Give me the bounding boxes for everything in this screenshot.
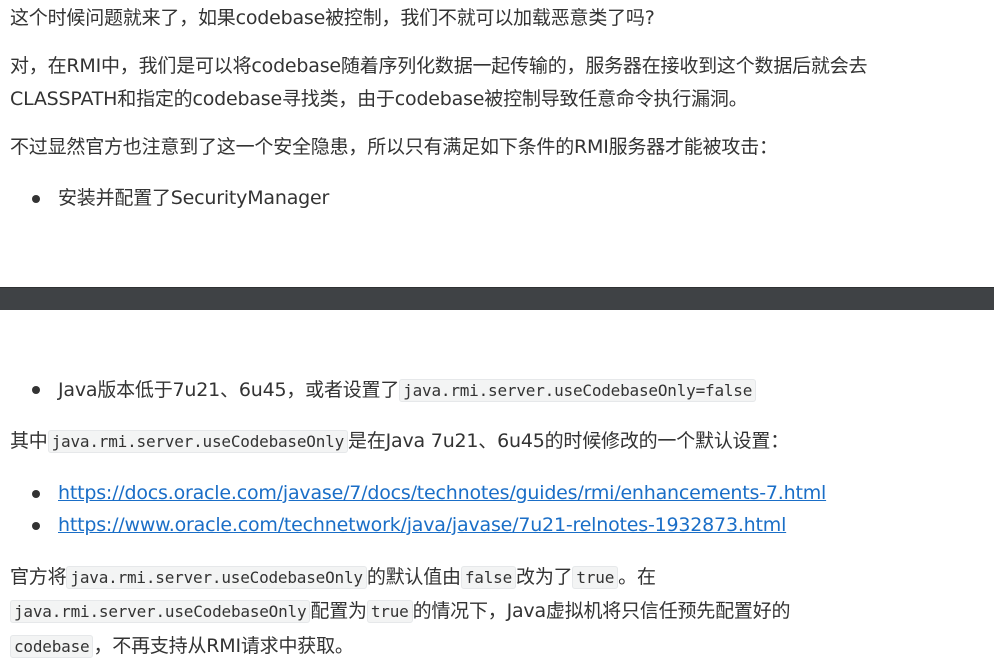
paragraph-codebase-question: 这个时候问题就来了，如果codebase被控制，我们不就可以加载恶意类了吗? [10, 7, 655, 29]
list-item-link-2: https://www.oracle.com/technetwork/java/… [58, 509, 786, 541]
bullet-icon [32, 522, 40, 530]
paragraph-rmi-codebase-line1: 对，在RMI中，我们是可以将codebase随着序列化数据一起传输的，服务器在接… [10, 55, 868, 77]
list-item-java-version: Java版本低于7u21、6u45，或者设置了 java.rmi.server.u… [58, 374, 757, 407]
inline-code: java.rmi.server.useCodebaseOnly=false [399, 379, 757, 402]
inline-code: java.rmi.server.useCodebaseOnly [10, 600, 311, 623]
inline-code: false [460, 566, 517, 589]
bullet-icon [32, 195, 40, 203]
inline-code: true [366, 600, 413, 623]
paragraph-rmi-codebase-line2: CLASSPATH和指定的codebase寻找类，由于codebase被控制导致… [10, 88, 748, 110]
inline-code: true [572, 566, 619, 589]
paragraph-official-change-line1: 官方将 java.rmi.server.useCodebaseOnly 的默认值由 f… [10, 561, 656, 594]
text-span: 的默认值由 [366, 566, 461, 588]
inline-code: java.rmi.server.useCodebaseOnly [47, 430, 349, 453]
bullet-icon [32, 386, 40, 394]
paragraph-conditions-intro: 不过显然官方也注意到了这一个安全隐患，所以只有满足如下条件的RMI服务器才能被攻… [10, 136, 778, 158]
paragraph-official-change-line2: java.rmi.server.useCodebaseOnly 配置为 true 的情… [10, 595, 791, 628]
text-span: ，不再支持从RMI请求中获取。 [93, 635, 354, 657]
paragraph-default-setting: 其中 java.rmi.server.useCodebaseOnly 是在Java … [10, 425, 789, 458]
list-item-text: Java版本低于7u21、6u45，或者设置了 [58, 379, 400, 401]
inline-code: java.rmi.server.useCodebaseOnly [66, 566, 367, 589]
text-span: 官方将 [10, 566, 67, 588]
text-span: 的情况下，Java虚拟机将只信任预先配置好的 [412, 600, 791, 622]
link-oracle-rmi-enhancements[interactable]: https://docs.oracle.com/javase/7/docs/te… [58, 482, 826, 504]
link-oracle-7u21-relnotes[interactable]: https://www.oracle.com/technetwork/java/… [58, 514, 786, 536]
text-span: 其中 [10, 430, 48, 452]
list-item-security-manager: 安装并配置了SecurityManager [58, 187, 330, 209]
inline-code: codebase [10, 635, 94, 658]
section-divider [0, 287, 994, 310]
paragraph-official-change-line3: codebase ，不再支持从RMI请求中获取。 [10, 630, 354, 663]
text-span: 是在Java 7u21、6u45的时候修改的一个默认设置： [348, 430, 790, 452]
bullet-icon [32, 490, 40, 498]
list-item-link-1: https://docs.oracle.com/javase/7/docs/te… [58, 477, 826, 509]
text-span: 。在 [618, 566, 656, 588]
text-span: 改为了 [516, 566, 573, 588]
text-span: 配置为 [310, 600, 367, 622]
